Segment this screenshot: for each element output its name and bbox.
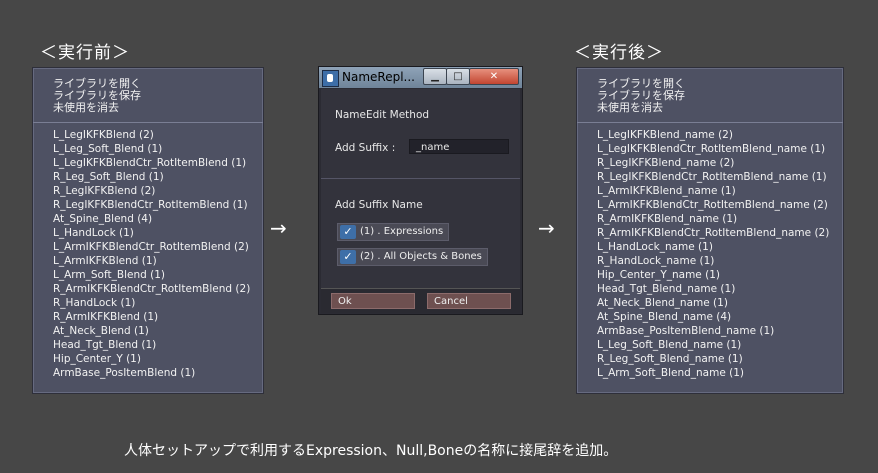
menu-purge-unused[interactable]: 未使用を消去 <box>53 102 263 114</box>
list-item[interactable]: L_Leg_Soft_Blend_name (1) <box>597 338 843 352</box>
panel-before: ライブラリを開く ライブラリを保存 未使用を消去 L_LegIKFKBlend … <box>32 67 264 394</box>
list-item[interactable]: Hip_Center_Y_name (1) <box>597 268 843 282</box>
list-item[interactable]: R_LegIKFKBlend_name (2) <box>597 156 843 170</box>
cancel-button[interactable]: Cancel <box>427 293 511 309</box>
heading-after: ＜実行後＞ <box>574 43 664 63</box>
list-item[interactable]: Head_Tgt_Blend_name (1) <box>597 282 843 296</box>
minimize-button[interactable]: ▁ <box>423 68 447 85</box>
panel-menu: ライブラリを開く ライブラリを保存 未使用を消去 <box>577 68 843 114</box>
list-item[interactable]: L_LegIKFKBlend_name (2) <box>597 128 843 142</box>
option-all-objects-bones-label: (2) . All Objects & Bones <box>360 251 482 262</box>
list-item[interactable]: R_LegIKFKBlendCtr_RotItemBlend_name (1) <box>597 170 843 184</box>
option-expressions-label: (1) . Expressions <box>360 226 444 237</box>
section-add-suffix-label: Add Suffix Name <box>335 199 423 211</box>
check-icon[interactable]: ✓ <box>340 250 356 264</box>
list-item[interactable]: L_LegIKFKBlendCtr_RotItemBlend (1) <box>53 156 263 170</box>
dialog-footer: Ok Cancel <box>321 288 520 313</box>
list-item[interactable]: At_Neck_Blend (1) <box>53 324 263 338</box>
panel-menu: ライブラリを開く ライブラリを保存 未使用を消去 <box>33 68 263 114</box>
list-item[interactable]: R_ArmIKFKBlendCtr_RotItemBlend_name (2) <box>597 226 843 240</box>
list-item[interactable]: R_LegIKFKBlendCtr_RotItemBlend (1) <box>53 198 263 212</box>
list-item[interactable]: At_Spine_Blend (4) <box>53 212 263 226</box>
list-item[interactable]: ArmBase_PosItemBlend_name (1) <box>597 324 843 338</box>
maximize-button[interactable]: □ <box>446 68 470 85</box>
dialog-title: NameRepl... <box>342 70 415 84</box>
list-item[interactable]: L_Arm_Soft_Blend_name (1) <box>597 366 843 380</box>
list-item[interactable]: R_HandLock (1) <box>53 296 263 310</box>
list-item[interactable]: At_Neck_Blend_name (1) <box>597 296 843 310</box>
list-item[interactable]: R_ArmIKFKBlend_name (1) <box>597 212 843 226</box>
list-item[interactable]: L_ArmIKFKBlend (1) <box>53 254 263 268</box>
list-item[interactable]: L_HandLock (1) <box>53 226 263 240</box>
list-item[interactable]: L_HandLock_name (1) <box>597 240 843 254</box>
list-item[interactable]: L_ArmIKFKBlend_name (1) <box>597 184 843 198</box>
list-item[interactable]: R_Leg_Soft_Blend_name (1) <box>597 352 843 366</box>
close-button[interactable]: ✕ <box>469 68 519 85</box>
list-item[interactable]: R_Leg_Soft_Blend (1) <box>53 170 263 184</box>
suffix-input[interactable]: _name <box>409 139 509 154</box>
list-item[interactable]: L_Leg_Soft_Blend (1) <box>53 142 263 156</box>
list-item[interactable]: L_ArmIKFKBlendCtr_RotItemBlend (2) <box>53 240 263 254</box>
dialog-titlebar[interactable]: NameRepl... ▁ □ ✕ <box>319 67 522 88</box>
list-item[interactable]: Head_Tgt_Blend (1) <box>53 338 263 352</box>
arrow-right: → <box>538 216 555 240</box>
app-icon <box>322 70 339 87</box>
list-item[interactable]: ArmBase_PosItemBlend (1) <box>53 366 263 380</box>
list-item[interactable]: R_HandLock_name (1) <box>597 254 843 268</box>
list-item[interactable]: L_LegIKFKBlend (2) <box>53 128 263 142</box>
list-item[interactable]: R_ArmIKFKBlendCtr_RotItemBlend (2) <box>53 282 263 296</box>
before-list: L_LegIKFKBlend (2) L_Leg_Soft_Blend (1) … <box>33 123 263 380</box>
list-item[interactable]: R_LegIKFKBlend (2) <box>53 184 263 198</box>
list-item[interactable]: L_ArmIKFKBlendCtr_RotItemBlend_name (2) <box>597 198 843 212</box>
list-item[interactable]: At_Spine_Blend_name (4) <box>597 310 843 324</box>
after-list: L_LegIKFKBlend_name (2) L_LegIKFKBlendCt… <box>577 123 843 380</box>
list-item[interactable]: Hip_Center_Y (1) <box>53 352 263 366</box>
dialog-divider <box>321 178 520 179</box>
dialog-body: NameEdit Method Add Suffix : _name Add S… <box>321 89 520 313</box>
section-method-label: NameEdit Method <box>335 109 430 121</box>
check-icon[interactable]: ✓ <box>340 225 356 239</box>
list-item[interactable]: R_ArmIKFKBlend (1) <box>53 310 263 324</box>
option-expressions[interactable]: ✓ (1) . Expressions <box>337 223 450 241</box>
menu-purge-unused[interactable]: 未使用を消去 <box>597 102 843 114</box>
suffix-label: Add Suffix : <box>335 142 396 154</box>
panel-after: ライブラリを開く ライブラリを保存 未使用を消去 L_LegIKFKBlend_… <box>576 67 844 394</box>
list-item[interactable]: L_Arm_Soft_Blend (1) <box>53 268 263 282</box>
caption: 人体セットアップで利用するExpression、Null,Boneの名称に接尾辞… <box>124 443 618 459</box>
option-all-objects-bones[interactable]: ✓ (2) . All Objects & Bones <box>337 248 488 266</box>
heading-before: ＜実行前＞ <box>40 43 130 63</box>
name-replace-dialog: NameRepl... ▁ □ ✕ NameEdit Method Add Su… <box>318 66 523 315</box>
list-item[interactable]: L_LegIKFKBlendCtr_RotItemBlend_name (1) <box>597 142 843 156</box>
ok-button[interactable]: Ok <box>331 293 415 309</box>
arrow-left: → <box>270 216 287 240</box>
